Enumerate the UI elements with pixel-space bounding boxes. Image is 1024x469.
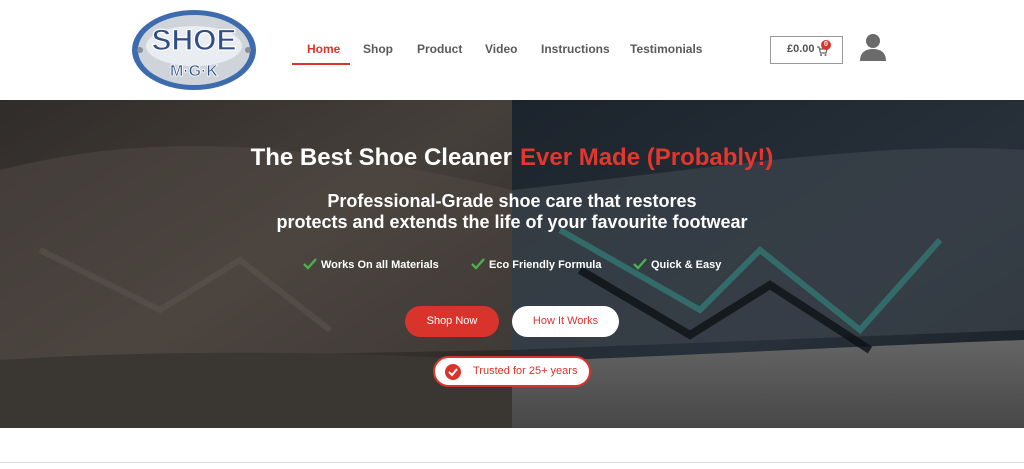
check-icon xyxy=(303,258,317,270)
shop-now-button[interactable]: Shop Now xyxy=(405,306,499,337)
logo-word-shoe: SHOE xyxy=(151,24,236,57)
cart-count-badge: 0 xyxy=(821,40,831,50)
hero-subtitle: Professional-Grade shoe care that restor… xyxy=(0,191,1024,233)
hero-banner: The Best Shoe Cleaner Ever Made (Probably… xyxy=(0,100,1024,428)
logo-word-mgk: M·G·K xyxy=(170,63,218,80)
hero-subtitle-line-2: protects and extends the life of your fa… xyxy=(276,212,748,232)
nav-instructions[interactable]: Instructions xyxy=(541,36,610,62)
nav-video[interactable]: Video xyxy=(485,36,517,62)
hero-title-main: The Best Shoe Cleaner xyxy=(250,144,512,171)
trust-badge-label: Trusted for 25+ years xyxy=(473,365,578,377)
nav-home[interactable]: Home xyxy=(307,36,340,62)
feature-item: Works On all Materials xyxy=(303,258,439,272)
feature-item: Eco Friendly Formula xyxy=(471,258,601,272)
cart-amount: £0.00 xyxy=(787,43,815,55)
check-icon xyxy=(633,258,647,270)
site-header: SHOE M·G·K Home Shop Product Video Instr… xyxy=(0,0,1024,100)
nav-shop[interactable]: Shop xyxy=(363,36,393,62)
hero-title-accent: Ever Made (Probably!) xyxy=(520,144,774,171)
hero-subtitle-line-1: Professional-Grade shoe care that restor… xyxy=(327,191,697,211)
user-icon[interactable] xyxy=(858,32,888,62)
feature-list: Works On all Materials Eco Friendly Form… xyxy=(0,258,1024,274)
feature-label: Eco Friendly Formula xyxy=(489,259,602,271)
feature-label: Quick & Easy xyxy=(651,259,722,271)
nav-testimonials[interactable]: Testimonials xyxy=(630,36,702,62)
feature-item: Quick & Easy xyxy=(633,258,721,272)
cart-button[interactable]: £0.00 0 xyxy=(770,36,843,64)
section-divider xyxy=(0,462,1024,463)
nav-active-underline xyxy=(292,63,350,65)
nav-product[interactable]: Product xyxy=(417,36,462,62)
hero-title: The Best Shoe Cleaner Ever Made (Probably… xyxy=(0,144,1024,172)
how-it-works-button[interactable]: How It Works xyxy=(512,306,619,337)
brand-logo[interactable]: SHOE M·G·K xyxy=(130,8,258,92)
check-circle-icon xyxy=(445,364,461,380)
trust-badge: Trusted for 25+ years xyxy=(433,356,591,387)
feature-label: Works On all Materials xyxy=(321,259,439,271)
check-icon xyxy=(471,258,485,270)
